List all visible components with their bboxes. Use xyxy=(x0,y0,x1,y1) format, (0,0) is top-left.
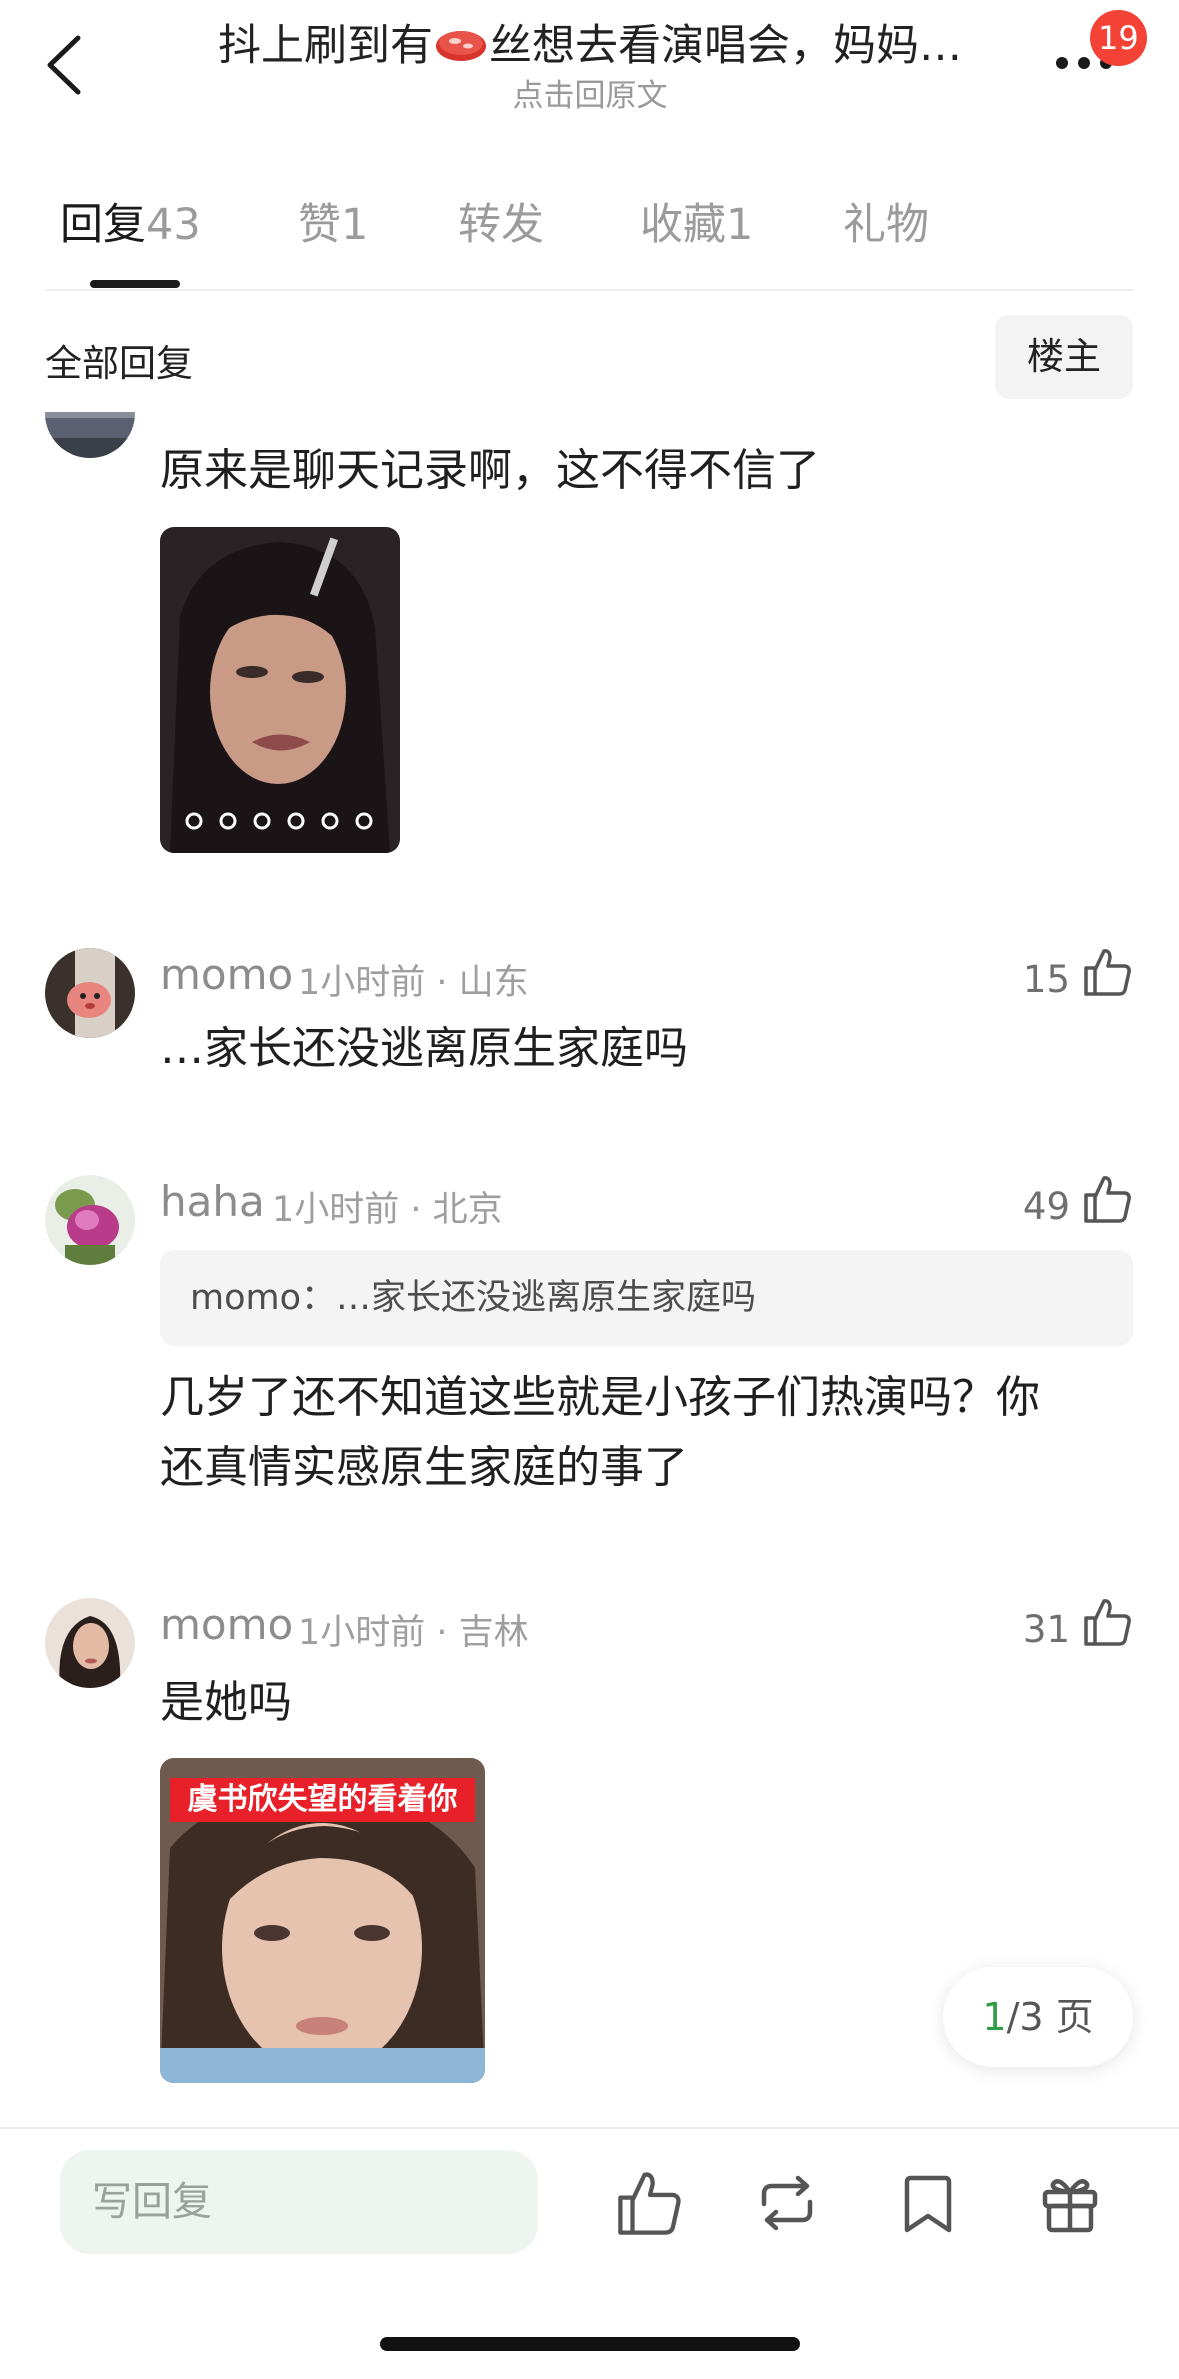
like-button[interactable] xyxy=(1082,1596,1134,1648)
tab-gifts[interactable]: 礼物 xyxy=(843,190,929,252)
op-only-button[interactable]: 楼主 xyxy=(995,315,1133,399)
notification-badge: 19 xyxy=(1090,10,1147,66)
active-tab-indicator xyxy=(90,280,180,288)
thumbs-up-icon xyxy=(1084,1599,1131,1646)
comment-meta: 1小时前 · 吉林 xyxy=(298,1613,529,1653)
thumbs-up-icon xyxy=(618,2172,681,2235)
avatar[interactable] xyxy=(45,1175,135,1265)
tab-favorites-label: 收藏 xyxy=(640,200,726,250)
tab-favorites-count: 1 xyxy=(726,200,754,250)
steak-emoji-icon xyxy=(433,20,489,64)
reply-input[interactable]: 写回复 xyxy=(60,2150,538,2254)
tab-replies-label: 回复 xyxy=(60,200,146,250)
gift-icon xyxy=(1042,2179,1098,2233)
tab-gifts-label: 礼物 xyxy=(843,200,929,250)
like-count: 31 xyxy=(1022,1608,1070,1651)
comment-username[interactable]: momo xyxy=(160,950,293,999)
like-post-button[interactable] xyxy=(615,2168,685,2238)
home-indicator xyxy=(380,2337,800,2351)
back-to-original-link[interactable]: 点击回原文 xyxy=(180,70,1000,115)
tab-reposts-label: 转发 xyxy=(458,200,544,250)
back-button[interactable] xyxy=(40,30,90,100)
title-text-end: 丝想去看演唱会，妈妈… xyxy=(489,21,962,71)
tab-replies-count: 43 xyxy=(146,200,201,250)
like-button[interactable] xyxy=(1082,1173,1134,1225)
quoted-reply[interactable]: momo：…家长还没逃离原生家庭吗 xyxy=(160,1250,1133,1346)
comment-text-line-2: 还真情实感原生家庭的事了 xyxy=(160,1442,688,1493)
avatar[interactable] xyxy=(45,1598,135,1688)
bookmark-icon xyxy=(904,2175,952,2233)
comment-text: …家长还没逃离原生家庭吗 xyxy=(160,1023,688,1074)
comment-meta: 1小时前 · 山东 xyxy=(298,963,529,1003)
thumbs-up-icon xyxy=(1084,1176,1131,1223)
comment-text: 原来是聊天记录啊，这不得不信了 xyxy=(160,445,820,496)
like-count: 49 xyxy=(1022,1185,1070,1228)
like-count: 15 xyxy=(1022,958,1070,1001)
comment-username[interactable]: haha xyxy=(160,1177,265,1226)
post-title[interactable]: 抖上刷到有 丝想去看演唱会，妈妈… xyxy=(180,14,1000,78)
comment-text: 是她吗 xyxy=(160,1677,292,1728)
comment-image[interactable]: 虞书欣失望的看着你 xyxy=(160,1758,485,2083)
thumbs-up-icon xyxy=(1084,949,1131,996)
current-page: 1 xyxy=(982,1995,1007,2039)
repost-button[interactable] xyxy=(752,2168,822,2238)
tab-likes-count: 1 xyxy=(341,200,369,250)
favorite-button[interactable] xyxy=(893,2168,963,2238)
all-replies-label: 全部回复 xyxy=(45,342,193,385)
image-caption: 虞书欣失望的看着你 xyxy=(170,1778,475,1822)
tab-reposts[interactable]: 转发 xyxy=(458,190,544,252)
repost-icon xyxy=(761,2175,813,2231)
tab-likes[interactable]: 赞1 xyxy=(298,190,368,252)
tab-likes-label: 赞 xyxy=(298,200,341,250)
comment-text-line-1: 几岁了还不知道这些就是小孩子们热演吗？你 xyxy=(160,1372,1040,1423)
gift-button[interactable] xyxy=(1035,2168,1105,2238)
tab-favorites[interactable]: 收藏1 xyxy=(640,190,753,252)
tab-replies[interactable]: 回复43 xyxy=(60,190,201,252)
gif-frame-dots-icon xyxy=(185,812,373,830)
title-text-start: 抖上刷到有 xyxy=(218,21,433,71)
comment-username[interactable]: momo xyxy=(160,1600,293,1649)
tabs-divider xyxy=(45,289,1134,291)
comment-meta: 1小时前 · 北京 xyxy=(272,1190,503,1230)
page-indicator[interactable]: 1/3 页 xyxy=(943,1967,1133,2067)
bottom-bar-divider xyxy=(0,2127,1179,2129)
like-button[interactable] xyxy=(1082,946,1134,998)
chevron-left-icon xyxy=(47,35,81,95)
avatar[interactable] xyxy=(45,948,135,1038)
total-pages: /3 页 xyxy=(1006,1995,1094,2039)
comment-gif-image[interactable] xyxy=(160,527,400,853)
